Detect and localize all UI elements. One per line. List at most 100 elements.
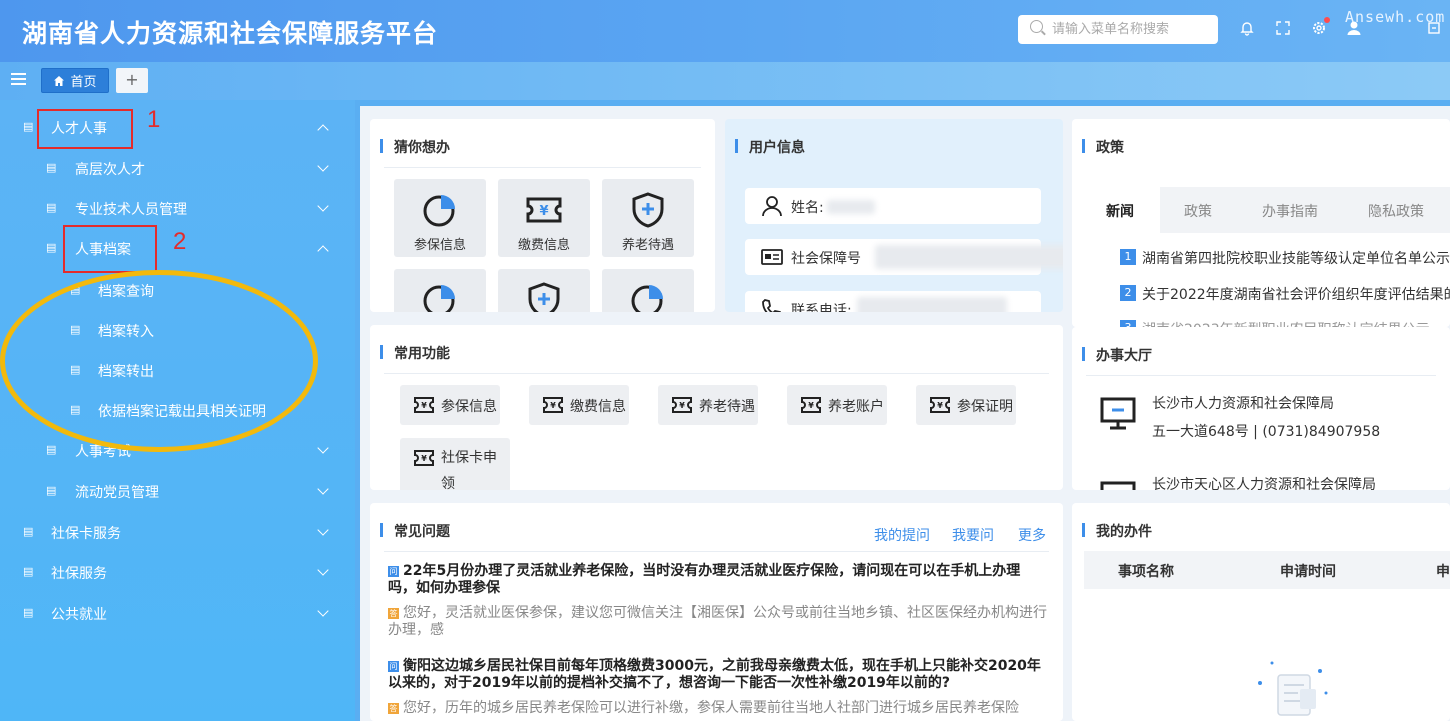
svg-text:¥: ¥ bbox=[550, 401, 556, 410]
col-apply: 申 bbox=[1436, 564, 1450, 580]
menu-search-box[interactable] bbox=[1018, 15, 1218, 44]
my-tasks-card: 我的办件 事项名称 申请时间 申 bbox=[1072, 503, 1450, 721]
chevron-down-icon[interactable] bbox=[317, 607, 329, 619]
annotation-number-1: 1 bbox=[147, 106, 161, 133]
ticket-icon: ¥ bbox=[414, 450, 434, 466]
user-info-card: 用户信息 姓名: 社会保障号 联系电话: bbox=[725, 119, 1063, 312]
tile-pension[interactable]: 养老待遇 bbox=[602, 179, 694, 257]
service-hall-card: 办事大厅 长沙市人力资源和社会保障局 五一大道648号 | (0731)8490… bbox=[1072, 327, 1450, 490]
sidebar-item-label: 流动党员管理 bbox=[75, 485, 159, 501]
chevron-down-icon[interactable] bbox=[317, 162, 329, 174]
main-content: 猜你想办 参保信息 ¥ 缴费信息 养老待遇 用户信息 姓名: 社会保障号 联系电… bbox=[360, 106, 1450, 721]
phone-label: 联系电话: bbox=[791, 303, 852, 312]
user-name-row: 姓名: bbox=[745, 188, 1041, 224]
settings-icon[interactable] bbox=[1310, 17, 1330, 38]
ticket-icon: ¥ bbox=[414, 397, 434, 413]
search-icon bbox=[1030, 20, 1043, 33]
sidebar-item-label: 高层次人才 bbox=[75, 162, 145, 178]
sidebar-item[interactable]: ▤ 社保卡服务 bbox=[0, 514, 355, 550]
chevron-up-icon[interactable] bbox=[317, 242, 329, 254]
annotation-number-2: 2 bbox=[173, 228, 187, 255]
ticket-icon: ¥ bbox=[543, 397, 563, 413]
ask-question-link[interactable]: 我要问 bbox=[952, 525, 994, 545]
my-questions-link[interactable]: 我的提问 bbox=[874, 525, 930, 545]
hall-title: 办事大厅 bbox=[1082, 345, 1152, 365]
sidebar-item-label: 社保服务 bbox=[51, 566, 107, 582]
common-title: 常用功能 bbox=[380, 343, 450, 363]
sidebar-item[interactable]: ▤ 专业技术人员管理 bbox=[0, 190, 355, 226]
empty-state-illustration bbox=[1258, 661, 1328, 716]
add-tab-button[interactable]: + bbox=[116, 68, 148, 93]
hall-name[interactable]: 长沙市天心区人力资源和社会保障局 bbox=[1152, 474, 1376, 490]
app-title: 湖南省人力资源和社会保障服务平台 bbox=[22, 19, 439, 48]
function-button-label: 养老账户 bbox=[828, 399, 884, 415]
function-button[interactable]: ¥ 社保卡申领 bbox=[400, 438, 510, 490]
tile-insurance-info[interactable]: 参保信息 bbox=[394, 179, 486, 257]
common-functions-card: 常用功能 ¥ 参保信息 ¥ 缴费信息 ¥ 养老待遇 ¥ 养老账户 ¥ 参保证明 ¥ 社保卡申领 bbox=[370, 325, 1063, 490]
svg-text:¥: ¥ bbox=[679, 401, 685, 410]
sidebar-item[interactable]: ▤ 公共就业 bbox=[0, 595, 355, 631]
menu-toggle-icon[interactable] bbox=[11, 73, 26, 86]
svg-text:¥: ¥ bbox=[808, 401, 814, 410]
pie-chart-icon bbox=[631, 285, 663, 312]
chevron-down-icon[interactable] bbox=[317, 485, 329, 497]
tab-privacy[interactable]: 隐私政策 bbox=[1368, 201, 1424, 221]
ssn-label: 社会保障号 bbox=[791, 251, 861, 267]
menu-search-input[interactable] bbox=[1052, 19, 1212, 40]
tab-guide[interactable]: 办事指南 bbox=[1262, 201, 1318, 221]
sidebar-item[interactable]: ▤ 高层次人才 bbox=[0, 150, 355, 186]
home-icon bbox=[54, 75, 65, 86]
chevron-down-icon[interactable] bbox=[317, 202, 329, 214]
sidebar: ▤ 人才人事 ▤ 高层次人才 ▤ 专业技术人员管理 ▤ 人事档案 ▤ 档案查询 ▤ 档案转入 ▤ 档案转出… bbox=[0, 100, 355, 721]
monitor-icon bbox=[1100, 481, 1136, 490]
tasks-table-header: 事项名称 申请时间 申 bbox=[1084, 551, 1450, 589]
news-item[interactable]: 关于2022年度湖南省社会评价组织年度评估结果的 bbox=[1142, 284, 1450, 304]
tile-payment-info[interactable]: ¥ 缴费信息 bbox=[498, 179, 590, 257]
chevron-down-icon[interactable] bbox=[317, 526, 329, 538]
function-button[interactable]: ¥ 参保信息 bbox=[400, 385, 500, 425]
shield-plus-icon bbox=[528, 282, 560, 312]
faq-question[interactable]: 问衡阳这边城乡居民社保目前每年顶格缴费3000元，之前我母亲缴费太低，现在手机上… bbox=[388, 658, 1048, 692]
fullscreen-icon[interactable] bbox=[1274, 20, 1292, 38]
function-button[interactable]: ¥ 养老账户 bbox=[787, 385, 887, 425]
menu-item-icon: ▤ bbox=[46, 443, 57, 456]
ticket-icon: ¥ bbox=[526, 197, 562, 223]
redacted-ssn bbox=[875, 245, 1063, 269]
function-button[interactable]: ¥ 养老待遇 bbox=[658, 385, 758, 425]
sidebar-item[interactable]: ▤ 社保服务 bbox=[0, 554, 355, 590]
chevron-up-icon[interactable] bbox=[317, 121, 329, 133]
user-phone-row: 联系电话: bbox=[745, 291, 1041, 312]
faq-answer: 答您好，历年的城乡居民养老保险可以进行补缴，参保人需要前往当地人社部门进行城乡居… bbox=[388, 700, 1019, 716]
tile-more-3[interactable] bbox=[602, 269, 694, 312]
svg-text:¥: ¥ bbox=[421, 454, 427, 463]
function-button[interactable]: ¥ 参保证明 bbox=[916, 385, 1016, 425]
faq-question[interactable]: 问 22年5月份办理了灵活就业养老保险，当时没有办理灵活就业医疗保险，请问现在可以… bbox=[388, 563, 1048, 597]
ticket-icon: ¥ bbox=[801, 397, 821, 413]
pie-chart-icon bbox=[423, 195, 455, 227]
faq-answer: 答您好，灵活就业医保参保，建议您可微信关注【湘医保】公众号或前往当地乡镇、社区医… bbox=[388, 605, 1047, 638]
function-button[interactable]: ¥ 缴费信息 bbox=[529, 385, 629, 425]
function-button-label: 参保信息 bbox=[441, 399, 497, 415]
ticket-icon: ¥ bbox=[672, 397, 692, 413]
tile-more-2[interactable] bbox=[498, 269, 590, 312]
tab-policy[interactable]: 政策 bbox=[1184, 201, 1212, 221]
more-link[interactable]: 更多 bbox=[1018, 525, 1046, 545]
shield-plus-icon bbox=[632, 192, 664, 228]
menu-item-icon: ▤ bbox=[23, 120, 34, 133]
bell-icon[interactable] bbox=[1238, 20, 1256, 38]
hall-name[interactable]: 长沙市人力资源和社会保障局 bbox=[1152, 393, 1334, 413]
name-label: 姓名: bbox=[791, 200, 824, 216]
chevron-down-icon[interactable] bbox=[317, 444, 329, 456]
chevron-down-icon[interactable] bbox=[317, 566, 329, 578]
tab-home[interactable]: 首页 bbox=[41, 68, 109, 93]
news-item[interactable]: 湖南省2023年新型职业农民职称认定结果公示 bbox=[1142, 319, 1430, 327]
app-header: 湖南省人力资源和社会保障服务平台 Ansewh.com bbox=[0, 0, 1450, 62]
tab-news[interactable]: 新闻 bbox=[1106, 201, 1134, 221]
person-icon bbox=[762, 196, 782, 217]
news-item[interactable]: 湖南省第四批院校职业技能等级认定单位名单公示 bbox=[1142, 248, 1450, 268]
function-button-label: 社保卡申领 bbox=[441, 450, 497, 490]
tasks-title: 我的办件 bbox=[1082, 521, 1152, 541]
tile-more-1[interactable] bbox=[394, 269, 486, 312]
col-apply-time: 申请时间 bbox=[1280, 564, 1336, 580]
sidebar-item[interactable]: ▤ 流动党员管理 bbox=[0, 473, 355, 509]
